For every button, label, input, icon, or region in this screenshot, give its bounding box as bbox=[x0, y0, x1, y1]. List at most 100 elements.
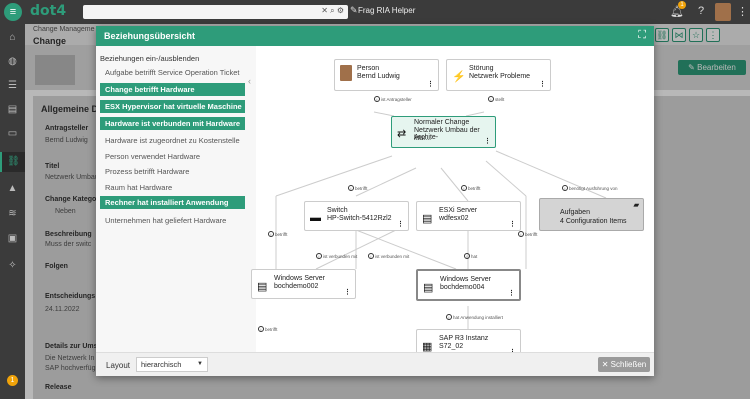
edge-label: i betrifft bbox=[518, 231, 537, 237]
node-menu-icon[interactable]: ⋮ bbox=[508, 289, 515, 297]
inbox-icon[interactable]: ▭ bbox=[0, 124, 25, 144]
node-label: S72_02 bbox=[439, 343, 464, 350]
node-windows-server-4[interactable]: ▤ Windows Server bochdemo004 ⋮ bbox=[416, 269, 521, 301]
node-type: Windows Server bbox=[274, 275, 325, 282]
modal-title: Beziehungsübersicht bbox=[104, 31, 196, 41]
close-button-label: Schließen bbox=[610, 360, 647, 369]
database-icon[interactable]: ≋ bbox=[0, 204, 25, 224]
search-input[interactable]: ✕ ⌕ ⚙ bbox=[83, 5, 348, 19]
edge-label: i benötigt Ausführung von bbox=[562, 185, 618, 191]
menu-icon[interactable]: ≡ bbox=[4, 3, 22, 21]
node-switch[interactable]: ▬ Switch HP-Switch-5412Rzl2 ⋮ bbox=[304, 201, 409, 231]
wrench-icon[interactable]: ✧ bbox=[0, 256, 25, 276]
relation-toggle[interactable]: Aufgabe betrifft Service Operation Ticke… bbox=[100, 66, 245, 79]
relation-toggle[interactable]: Hardware ist zugeordnet zu Kostenstelle bbox=[100, 134, 245, 147]
modal-header: Beziehungsübersicht ⛶ bbox=[96, 26, 654, 46]
node-menu-icon[interactable]: ⋮ bbox=[397, 220, 404, 228]
node-type: ESXi Server bbox=[439, 207, 478, 214]
close-button[interactable]: ✕ Schließen bbox=[598, 357, 650, 372]
graduation-icon[interactable]: ▲ bbox=[0, 179, 25, 199]
edge-label: i hat Anwendung installiert bbox=[446, 314, 503, 320]
relationship-modal: Beziehungsübersicht ⛶ Beziehungen ein-/a… bbox=[96, 26, 654, 376]
sidebar: ⌂ ◍ ☰ ▤ ▭ ⛓ ▲ ≋ ▣ ✧ 1 bbox=[0, 24, 25, 399]
node-esx[interactable]: ▤ ESXi Server wdfesx02 ⋮ bbox=[416, 201, 521, 231]
layout-label: Layout bbox=[106, 361, 131, 370]
node-menu-icon[interactable]: ⋮ bbox=[484, 137, 491, 145]
relation-toggle[interactable]: Unternehmen hat geliefert Hardware bbox=[100, 214, 245, 227]
relation-toggle[interactable]: ESX Hypervisor hat virtuelle Maschine bbox=[100, 100, 245, 113]
box-icon[interactable]: ▣ bbox=[0, 229, 25, 249]
globe-icon[interactable]: ◍ bbox=[0, 52, 25, 72]
edge-label: i stellt bbox=[488, 96, 504, 102]
layout-select-value: hierarchisch bbox=[141, 360, 182, 369]
node-type: Aufgaben bbox=[560, 209, 590, 216]
relation-toggle[interactable]: Person verwendet Hardware bbox=[100, 150, 245, 163]
node-person[interactable]: Person Bernd Ludwig ⋮ bbox=[334, 59, 439, 91]
filter-heading: Beziehungen ein-/ausblenden bbox=[100, 54, 200, 63]
edge-label: i betrifft bbox=[348, 185, 367, 191]
switch-icon: ▬ bbox=[310, 212, 321, 224]
more-icon[interactable]: ⋮ bbox=[737, 5, 748, 18]
node-label: ktur... bbox=[414, 135, 432, 142]
edge-label: i betrifft bbox=[461, 185, 480, 191]
server-icon: ▤ bbox=[422, 213, 433, 225]
layout-select[interactable]: hierarchisch ▼ bbox=[136, 357, 208, 372]
top-bar: ≡ dot4 ✕ ⌕ ⚙ ✎ Frag RIA Helper 🔔︎ 1 ? ⋮ bbox=[0, 0, 750, 24]
node-label: Bernd Ludwig bbox=[357, 73, 400, 80]
shuffle-icon: ⇄ bbox=[397, 128, 407, 140]
relation-toggle[interactable]: Raum hat Hardware bbox=[100, 181, 245, 194]
node-type: Störung bbox=[469, 65, 494, 72]
node-type: Switch bbox=[327, 207, 348, 214]
edge-label: i betrifft bbox=[258, 326, 277, 332]
node-label: HP-Switch-5412Rzl2 bbox=[327, 215, 392, 222]
node-windows-server-2[interactable]: ▤ Windows Server bochdemo002 ⋮ bbox=[251, 269, 356, 299]
relation-toggle[interactable]: Change betrifft Hardware bbox=[100, 83, 245, 96]
edge-label: i ist verbunden mit bbox=[368, 253, 409, 259]
node-label: Netzwerk Probleme bbox=[469, 73, 531, 80]
lightning-icon: ⚡ bbox=[452, 71, 466, 83]
help-icon[interactable]: ? bbox=[698, 5, 704, 17]
edge-label: i ist verbunden mit bbox=[316, 253, 357, 259]
node-menu-icon[interactable]: ⋮ bbox=[539, 80, 546, 88]
edge-label: i hat bbox=[464, 253, 477, 259]
modal-footer: Layout hierarchisch ▼ ✕ Schließen bbox=[96, 352, 654, 376]
notification-badge: 1 bbox=[678, 1, 686, 9]
node-type: Person bbox=[357, 65, 380, 72]
search-icon[interactable]: ✕ ⌕ ⚙ bbox=[321, 6, 344, 16]
edge-label: i ist Antragsteller bbox=[374, 96, 412, 102]
server-icon: ▤ bbox=[423, 282, 434, 294]
node-label: wdfesx02 bbox=[439, 215, 469, 222]
relation-filter-panel: Beziehungen ein-/ausblenden ‹ Aufgabe be… bbox=[96, 46, 256, 352]
node-label: bochdemo002 bbox=[274, 283, 319, 290]
relation-toggle[interactable]: Hardware ist verbunden mit Hardware bbox=[100, 117, 245, 130]
chat-icon[interactable]: ✎ bbox=[350, 5, 358, 16]
relation-toggle[interactable]: Rechner hat installiert Anwendung bbox=[100, 196, 245, 209]
node-type: Normaler Change bbox=[414, 119, 470, 126]
chevron-left-icon[interactable]: ‹ bbox=[248, 76, 251, 86]
node-label: 4 Configuration Items bbox=[560, 218, 627, 225]
folder-icon: ▰ bbox=[633, 202, 639, 209]
app-logo: dot4 bbox=[30, 3, 67, 19]
list-icon[interactable]: ☰ bbox=[0, 76, 25, 96]
person-avatar bbox=[340, 65, 352, 81]
avatar[interactable] bbox=[715, 3, 731, 21]
relation-toggle[interactable]: Prozess betrifft Hardware bbox=[100, 165, 245, 178]
node-menu-icon[interactable]: ⋮ bbox=[427, 80, 434, 88]
edge-label: i betrifft bbox=[268, 231, 287, 237]
relationship-graph: Person Bernd Ludwig ⋮ ⚡ Störung Netzwerk… bbox=[251, 46, 654, 359]
fullscreen-icon[interactable]: ⛶ bbox=[638, 29, 646, 42]
node-menu-icon[interactable]: ⋮ bbox=[509, 220, 516, 228]
node-menu-icon[interactable]: ⋮ bbox=[344, 288, 351, 296]
home-icon[interactable]: ⌂ bbox=[0, 28, 25, 48]
node-change[interactable]: ⇄ Normaler Change Netzwerk Umbau der Arc… bbox=[391, 116, 496, 148]
node-aufgaben[interactable]: Aufgaben 4 Configuration Items ▰ bbox=[539, 198, 644, 231]
sidebar-badge: 1 bbox=[7, 375, 18, 386]
network-icon[interactable]: ⛓ bbox=[0, 152, 25, 172]
node-stoerung[interactable]: ⚡ Störung Netzwerk Probleme ⋮ bbox=[446, 59, 551, 91]
helper-link[interactable]: Frag RIA Helper bbox=[358, 6, 415, 15]
clipboard-icon[interactable]: ▤ bbox=[0, 100, 25, 120]
caret-down-icon: ▼ bbox=[197, 361, 203, 367]
node-label: bochdemo004 bbox=[440, 284, 485, 291]
node-type: SAP R3 Instanz bbox=[439, 335, 489, 342]
node-type: Windows Server bbox=[440, 276, 491, 283]
